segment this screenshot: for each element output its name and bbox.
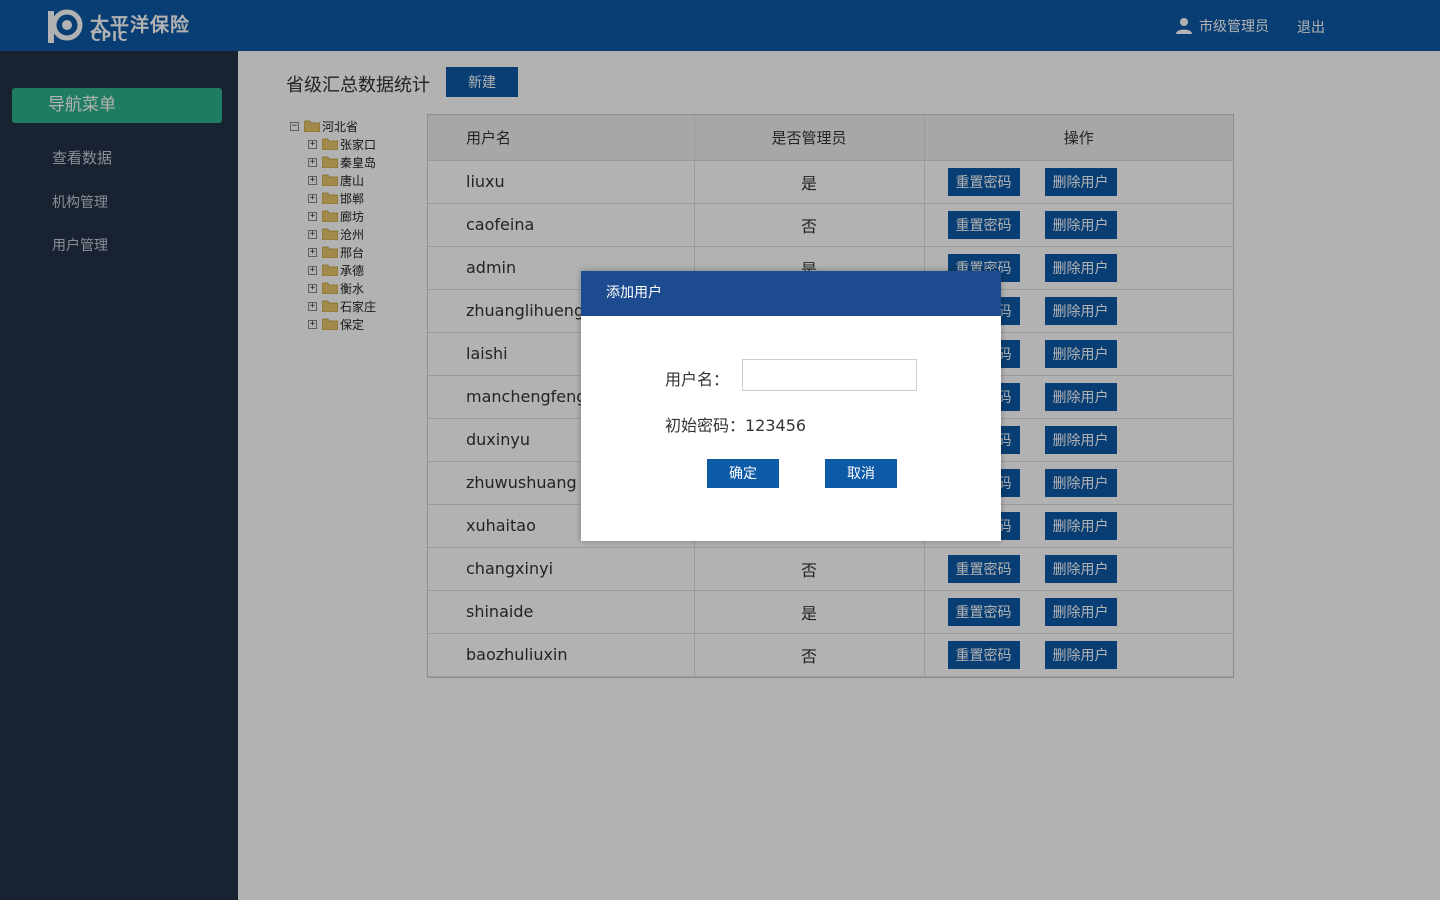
username-input[interactable] (742, 359, 917, 391)
add-user-dialog: 添加用户 用户名： 初始密码：123456 确定 取消 (581, 271, 1001, 541)
username-label: 用户名： (665, 370, 730, 389)
dialog-title: 添加用户 (581, 271, 1001, 316)
cancel-button[interactable]: 取消 (825, 459, 897, 488)
initial-password-text: 初始密码：123456 (665, 416, 807, 435)
confirm-button[interactable]: 确定 (707, 459, 779, 488)
